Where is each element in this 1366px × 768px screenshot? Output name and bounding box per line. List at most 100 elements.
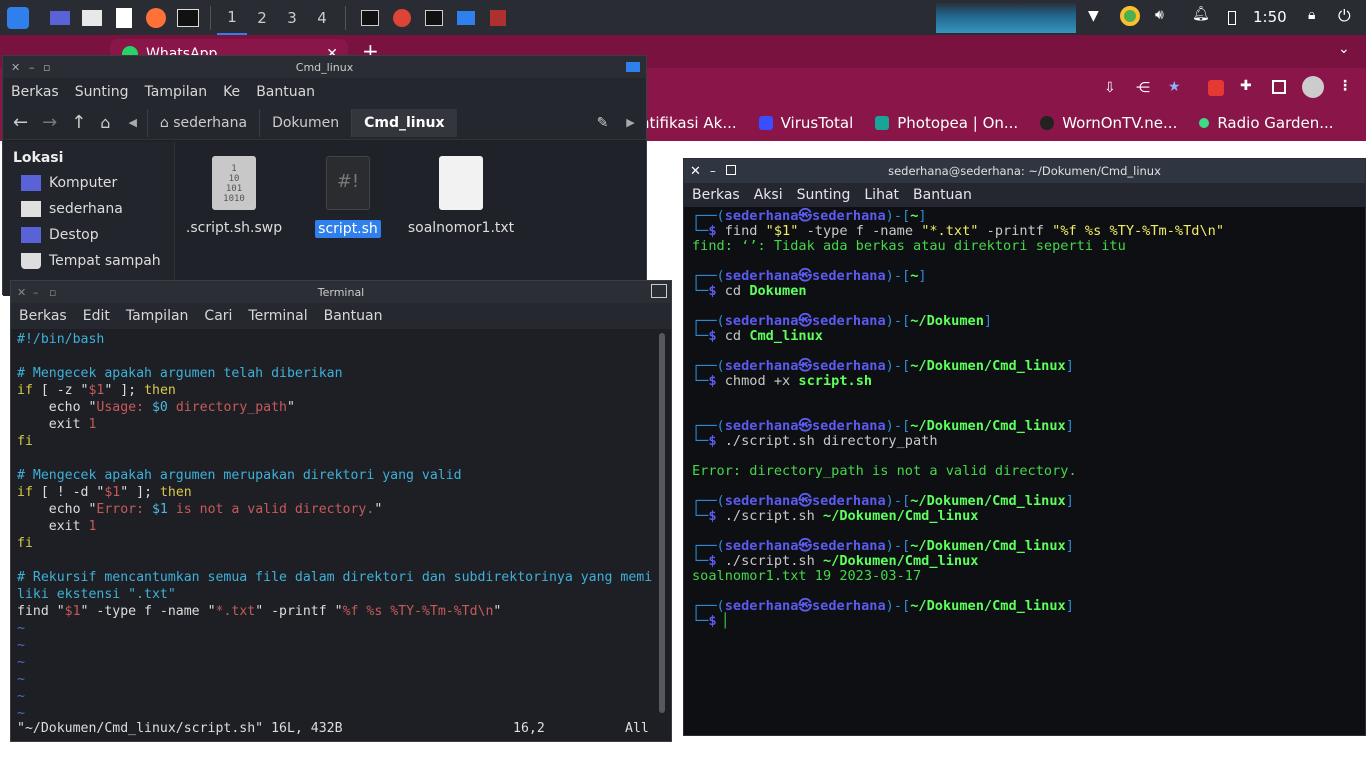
extension-icon[interactable] [1208, 80, 1224, 96]
sidebar-item-destop[interactable]: Destop [3, 222, 174, 248]
menu-sunting[interactable]: Sunting [75, 84, 129, 100]
chrome-menu-icon[interactable]: ⋮ [1338, 78, 1352, 94]
close-icon[interactable]: ✕ [690, 164, 701, 179]
chrome-window-icon[interactable] [390, 7, 414, 29]
vim-token: # Rekursif mencantumkan semua file dalam… [17, 570, 653, 585]
kali-terminal-output[interactable]: ┌──(sederhana㉿sederhana)-[~] └─$ find "$1… [692, 209, 1362, 629]
forward-icon[interactable]: → [42, 112, 57, 133]
status-all: All [625, 721, 649, 736]
bookmark-star-icon[interactable]: ★ [1168, 79, 1181, 95]
kali-menu-icon[interactable] [6, 6, 30, 29]
vim-line: # Mengecek apakah argumen telah diberika… [17, 365, 657, 382]
profile-avatar[interactable] [1302, 76, 1324, 98]
menu-lihat[interactable]: Lihat [864, 187, 899, 203]
menu-cari[interactable]: Cari [204, 308, 232, 324]
sidebar-item-trash[interactable]: Tempat sampah [3, 248, 174, 274]
firefox-icon[interactable] [144, 7, 168, 29]
file-manager-window: ✕ – ▫ Cmd_linux Berkas Sunting Tampilan … [2, 55, 647, 296]
scroll-right-icon[interactable]: ▶ [626, 116, 634, 129]
file-item[interactable]: 1 10 101 1010 .script.sh.swp [186, 156, 282, 236]
vim-editor-buffer[interactable]: #!/bin/bash # Mengecek apakah argumen te… [17, 331, 657, 722]
lock-icon[interactable]: 🔒︎ [1308, 7, 1315, 23]
fm-titlebar[interactable]: ✕ – ▫ Cmd_linux [3, 56, 646, 78]
vim-line [17, 450, 657, 467]
menu-bantuan[interactable]: Bantuan [324, 308, 383, 324]
menu-sunting[interactable]: Sunting [797, 187, 851, 203]
clock[interactable]: 1:50 [1253, 8, 1287, 26]
file-manager-icon[interactable] [80, 7, 104, 29]
maximize-icon[interactable]: ▫ [49, 286, 56, 299]
file-item-selected[interactable]: #! script.sh [303, 156, 393, 238]
network-icon[interactable]: ▼ [1088, 8, 1099, 24]
vim-titlebar[interactable]: ✕ – ▫ Terminal [11, 281, 671, 303]
maximize-icon[interactable]: ▫ [43, 61, 50, 74]
close-icon[interactable]: ✕ [17, 286, 26, 299]
tab-menu-icon[interactable]: ⌄ [1338, 41, 1350, 57]
share-icon[interactable]: ⋲ [1136, 80, 1150, 96]
breadcrumb-dokumen[interactable]: Dokumen [259, 108, 351, 137]
install-icon[interactable]: ⇩ [1104, 80, 1116, 96]
vim-token: find " [17, 604, 65, 619]
minimize-icon[interactable]: – [29, 61, 35, 74]
menu-berkas[interactable]: Berkas [692, 187, 740, 203]
workspace-2[interactable]: 2 [247, 0, 277, 35]
bookmark-item[interactable]: Photopea | On... [875, 114, 1018, 132]
kali-titlebar[interactable]: ✕ – sederhana@sederhana: ~/Dokumen/Cmd_l… [684, 159, 1365, 183]
breadcrumb-home[interactable]: ⌂ sederhana [146, 108, 259, 137]
kali-token: ] [1065, 418, 1074, 434]
sidebar-item-komputer[interactable]: Komputer [3, 170, 174, 196]
volume-icon[interactable]: 🔊︎ [1155, 7, 1164, 23]
menu-berkas[interactable]: Berkas [19, 308, 67, 324]
workspace-1[interactable]: 1 [217, 0, 247, 35]
home-icon[interactable]: ⌂ [100, 113, 110, 132]
kali-line [692, 344, 1362, 359]
menu-bantuan[interactable]: Bantuan [256, 84, 315, 100]
sidebar-item-sederhana[interactable]: sederhana [3, 196, 174, 222]
workspace-4[interactable]: 4 [307, 0, 337, 35]
kali-token: ~/Dokumen/Cmd_linux [910, 598, 1066, 614]
minimize-icon[interactable]: – [710, 164, 716, 178]
vim-token: # Mengecek apakah argumen telah diberika… [17, 366, 343, 381]
back-icon[interactable]: ← [13, 112, 28, 133]
menu-bantuan[interactable]: Bantuan [913, 187, 972, 203]
bookmark-item[interactable]: VirusTotal [758, 114, 853, 132]
terminal-window-icon[interactable] [422, 7, 446, 29]
minimize-icon[interactable]: – [33, 286, 39, 299]
power-icon[interactable]: ⏻ [1338, 6, 1351, 26]
menu-aksi[interactable]: Aksi [754, 187, 783, 203]
vim-line: fi [17, 535, 657, 552]
menu-tampilan[interactable]: Tampilan [145, 84, 208, 100]
close-icon[interactable]: ✕ [11, 61, 20, 74]
menu-ke[interactable]: Ke [223, 84, 240, 100]
scroll-left-icon[interactable]: ◀ [128, 116, 136, 129]
bookmark-item[interactable]: ntifikasi Ak... [640, 114, 737, 132]
bookmark-item[interactable]: Radio Garden... [1199, 114, 1334, 132]
maximize-icon[interactable] [726, 165, 736, 175]
up-icon[interactable]: ↑ [71, 112, 86, 133]
scrollbar[interactable] [659, 333, 665, 713]
breadcrumb-label: sederhana [173, 114, 248, 131]
puzzle-icon[interactable]: ✚ [1240, 78, 1252, 94]
menu-tampilan[interactable]: Tampilan [126, 308, 189, 324]
kali-line: └─$ ./script.sh ~/Dokumen/Cmd_linux [692, 554, 1362, 569]
folder-window-icon[interactable] [454, 7, 478, 29]
notification-bell-icon[interactable]: 🔔︎ [1192, 6, 1210, 22]
bookmark-item[interactable]: WornOnTV.ne... [1040, 114, 1177, 132]
sidepanel-icon[interactable] [1272, 80, 1286, 94]
edit-path-icon[interactable]: ✎ [597, 115, 609, 131]
menu-berkas[interactable]: Berkas [11, 84, 59, 100]
breadcrumb-cmd-linux[interactable]: Cmd_linux [351, 108, 457, 137]
chrome-tray-icon[interactable] [1120, 6, 1140, 26]
file-item[interactable]: soalnomor1.txt [408, 156, 514, 236]
kali-token: find [724, 223, 766, 239]
workspace-3[interactable]: 3 [277, 0, 307, 35]
text-editor-icon[interactable] [112, 7, 136, 29]
window-menu-icon[interactable] [626, 62, 640, 72]
show-desktop-icon[interactable] [48, 7, 72, 29]
menu-edit[interactable]: Edit [83, 308, 110, 324]
menu-terminal[interactable]: Terminal [248, 308, 307, 324]
terminal-icon[interactable] [176, 7, 200, 29]
terminal-window-icon[interactable] [358, 7, 382, 29]
terminal-menu-icon[interactable] [651, 284, 667, 298]
app-window-icon[interactable] [486, 7, 510, 29]
